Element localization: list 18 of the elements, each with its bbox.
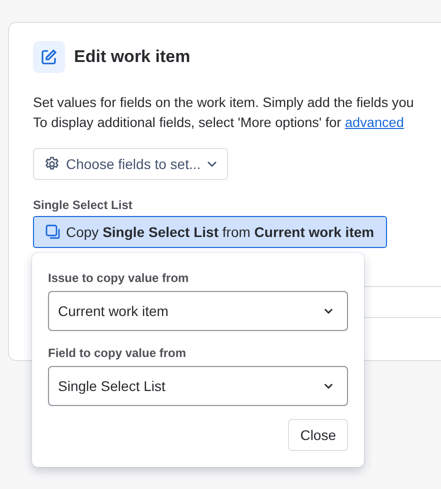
advanced-link[interactable]: advanced xyxy=(344,115,404,130)
chevron-down-icon xyxy=(324,308,333,314)
select-field[interactable]: Single Select List xyxy=(48,366,348,406)
select-field[interactable]: Current work item xyxy=(48,291,348,331)
card-title: Edit work item xyxy=(74,47,190,67)
copy-field-button[interactable]: Copy Single Select List from Current work item xyxy=(33,216,388,248)
close-button[interactable]: Close xyxy=(288,419,348,451)
settings-icon xyxy=(44,156,60,172)
description-text: Set values for fields on the work item. Simply add the fields you xyxy=(33,94,415,112)
copy-icon xyxy=(45,224,61,240)
field-label: Field to copy value from xyxy=(48,346,188,360)
edit-icon xyxy=(33,41,65,73)
field-label: Issue to copy value from xyxy=(48,271,190,285)
choose-fields-button[interactable]: Choose fields to set... xyxy=(33,148,228,180)
chevron-down-icon xyxy=(206,161,217,167)
field-label: Single Select List xyxy=(33,198,134,212)
description-text: To display additional fields, select 'More options' for advanced xyxy=(33,114,405,132)
chevron-down-icon xyxy=(324,383,333,389)
